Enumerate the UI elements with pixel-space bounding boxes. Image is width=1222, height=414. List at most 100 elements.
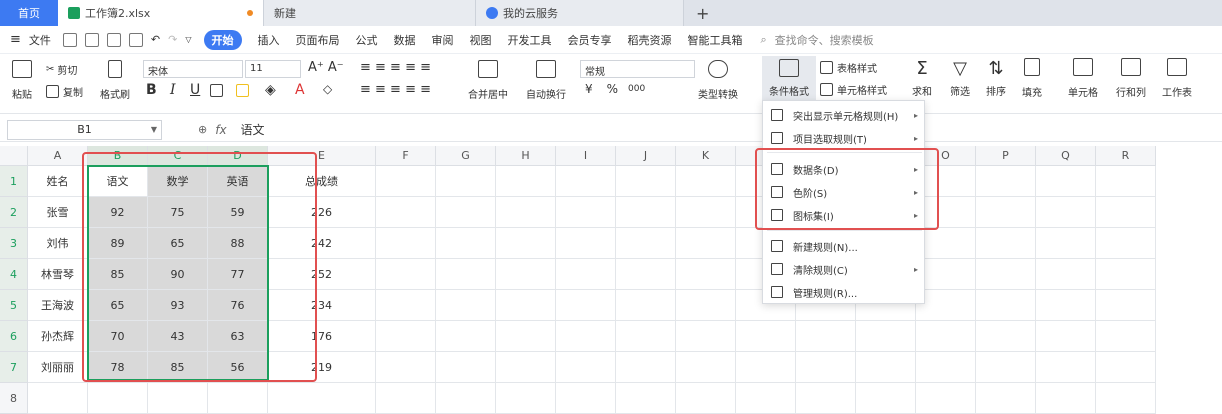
menu-formula[interactable]: 公式	[356, 32, 378, 48]
cell-k4[interactable]	[676, 259, 736, 290]
cell-q3[interactable]	[1036, 228, 1096, 259]
cell-f5[interactable]	[376, 290, 436, 321]
cell-h4[interactable]	[496, 259, 556, 290]
cell-r8[interactable]	[1096, 383, 1156, 414]
column-header-p[interactable]: P	[976, 146, 1036, 166]
wrap-text-button[interactable]: 自动换行	[526, 60, 566, 101]
menu-manage-rules[interactable]: 管理规则(R)...	[763, 281, 926, 303]
preview-icon[interactable]	[128, 32, 143, 47]
cell-c8[interactable]	[148, 383, 208, 414]
cell-h1[interactable]	[496, 166, 556, 197]
font-name-select[interactable]: 宋体	[143, 60, 243, 78]
cell-q8[interactable]	[1036, 383, 1096, 414]
cell-a2[interactable]: 张雪	[28, 197, 88, 228]
cell-j5[interactable]	[616, 290, 676, 321]
cell-d8[interactable]	[208, 383, 268, 414]
cell-k6[interactable]	[676, 321, 736, 352]
cell-i4[interactable]	[556, 259, 616, 290]
row-header-4[interactable]: 4	[0, 259, 28, 290]
cell-a1[interactable]: 姓名	[28, 166, 88, 197]
menu-developer[interactable]: 开发工具	[508, 32, 552, 48]
menu-file[interactable]: 文件	[29, 32, 51, 48]
cell-j7[interactable]	[616, 352, 676, 383]
cell-m6[interactable]	[796, 321, 856, 352]
table-style-button[interactable]: 表格样式	[820, 60, 877, 75]
cell-k3[interactable]	[676, 228, 736, 259]
cell-k7[interactable]	[676, 352, 736, 383]
save-icon[interactable]	[62, 32, 77, 47]
menu-member[interactable]: 会员专享	[568, 32, 612, 48]
cell-style-button[interactable]: 单元格样式	[820, 82, 887, 97]
cell-o8[interactable]	[916, 383, 976, 414]
select-all-corner[interactable]	[0, 146, 28, 166]
cell-r3[interactable]	[1096, 228, 1156, 259]
fill-color-icon[interactable]	[236, 84, 249, 97]
cell-q6[interactable]	[1036, 321, 1096, 352]
cell-r7[interactable]	[1096, 352, 1156, 383]
cell-l6[interactable]	[736, 321, 796, 352]
cell-a8[interactable]	[28, 383, 88, 414]
tab-new[interactable]: 新建	[264, 0, 476, 26]
cell-k1[interactable]	[676, 166, 736, 197]
menu-view[interactable]: 视图	[470, 32, 492, 48]
print-icon[interactable]	[106, 32, 121, 47]
menu-new-rule[interactable]: 新建规则(N)...	[763, 235, 926, 257]
column-header-g[interactable]: G	[436, 146, 496, 166]
cell-e8[interactable]	[268, 383, 376, 414]
name-box[interactable]: B1 ▼	[7, 119, 162, 140]
menu-highlight-rules[interactable]: 突出显示单元格规则(H) ▸	[763, 104, 926, 126]
cell-g8[interactable]	[436, 383, 496, 414]
cell-p5[interactable]	[976, 290, 1036, 321]
cell-j2[interactable]	[616, 197, 676, 228]
column-header-j[interactable]: J	[616, 146, 676, 166]
cell-j1[interactable]	[616, 166, 676, 197]
column-header-f[interactable]: F	[376, 146, 436, 166]
menu-start[interactable]: 开始	[203, 29, 242, 50]
number-format-select[interactable]: 常规	[580, 60, 695, 78]
cell-r4[interactable]	[1096, 259, 1156, 290]
chevron-down-icon[interactable]: ▼	[151, 125, 157, 134]
search-icon[interactable]: ⌕	[761, 33, 767, 47]
cell-q7[interactable]	[1036, 352, 1096, 383]
menu-docer[interactable]: 稻壳资源	[628, 32, 672, 48]
align-top-icon[interactable]: ≡ ≡ ≡ ≡ ≡	[360, 60, 431, 75]
cell-a4[interactable]: 林雪琴	[28, 259, 88, 290]
cell-q5[interactable]	[1036, 290, 1096, 321]
cell-i5[interactable]	[556, 290, 616, 321]
cell-h7[interactable]	[496, 352, 556, 383]
clear-icon[interactable]: ◇	[323, 82, 332, 96]
row-header-7[interactable]: 7	[0, 352, 28, 383]
cell-f7[interactable]	[376, 352, 436, 383]
export-icon[interactable]	[84, 32, 99, 47]
cell-n6[interactable]	[856, 321, 916, 352]
cell-k8[interactable]	[676, 383, 736, 414]
zoom-icon[interactable]: ⊕	[198, 123, 207, 136]
tab-home[interactable]: 首页	[0, 0, 58, 26]
cell-h8[interactable]	[496, 383, 556, 414]
cell-h5[interactable]	[496, 290, 556, 321]
cell-j4[interactable]	[616, 259, 676, 290]
format-painter-button[interactable]: 格式刷	[100, 60, 130, 101]
cell-q4[interactable]	[1036, 259, 1096, 290]
filter-button[interactable]: ▽ 筛选	[950, 58, 970, 98]
cell-k2[interactable]	[676, 197, 736, 228]
cell-g7[interactable]	[436, 352, 496, 383]
cell-a6[interactable]: 孙杰辉	[28, 321, 88, 352]
cell-f1[interactable]	[376, 166, 436, 197]
sort-button[interactable]: ⇅ 排序	[986, 58, 1006, 98]
cut-button[interactable]: ✂ 剪切	[46, 62, 77, 77]
quick-access-dropdown-icon[interactable]: ▽	[185, 35, 191, 44]
cell-g5[interactable]	[436, 290, 496, 321]
cell-g4[interactable]	[436, 259, 496, 290]
cell-p7[interactable]	[976, 352, 1036, 383]
cell-p4[interactable]	[976, 259, 1036, 290]
font-color-icon[interactable]: A	[295, 82, 305, 98]
fill-bucket-icon[interactable]: ◈	[265, 82, 276, 98]
cell-h2[interactable]	[496, 197, 556, 228]
command-search[interactable]: 查找命令、搜索模板	[775, 32, 874, 48]
paste-button[interactable]: 粘贴	[12, 60, 32, 101]
cell-f4[interactable]	[376, 259, 436, 290]
row-header-5[interactable]: 5	[0, 290, 28, 321]
font-grow-icon[interactable]: A⁺ A⁻	[308, 60, 344, 75]
cell-f6[interactable]	[376, 321, 436, 352]
